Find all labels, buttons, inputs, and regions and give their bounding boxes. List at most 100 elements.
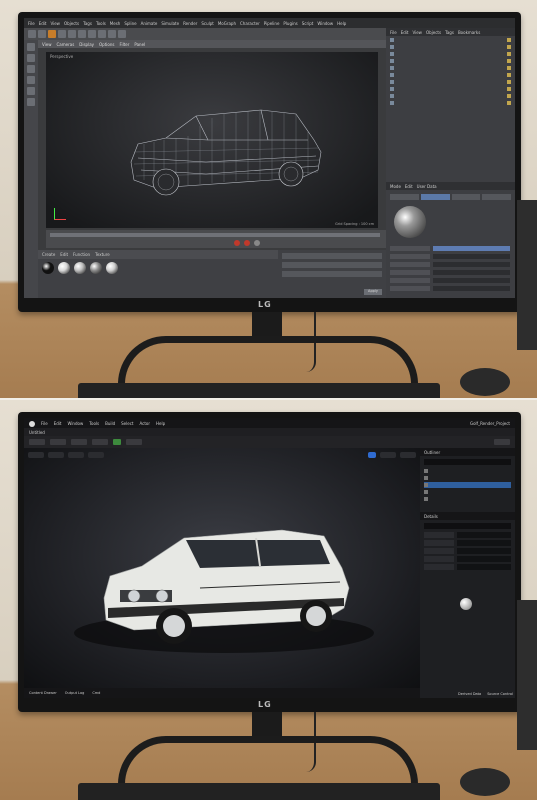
status-item[interactable]: Derived Data <box>458 692 481 696</box>
details-row[interactable] <box>424 564 511 570</box>
status-item[interactable]: Source Control <box>487 692 513 696</box>
material-ball-white[interactable] <box>58 262 70 274</box>
object-manager-tab[interactable]: View <box>412 30 422 35</box>
axis-icon[interactable] <box>27 87 35 95</box>
viewport-menu-item[interactable]: Options <box>99 42 114 47</box>
settings-button[interactable] <box>494 439 510 445</box>
render-icon[interactable] <box>78 30 86 38</box>
object-list-item[interactable] <box>390 93 511 99</box>
add-actor-button[interactable] <box>71 439 87 445</box>
translate-icon[interactable] <box>368 452 376 458</box>
material-tab[interactable]: Function <box>73 252 90 257</box>
object-manager-tab[interactable]: Tags <box>445 30 454 35</box>
material-ball-black[interactable] <box>42 262 54 274</box>
object-list-item[interactable] <box>390 86 511 92</box>
pen-icon[interactable] <box>98 30 106 38</box>
save-icon[interactable] <box>29 439 45 445</box>
redo-icon[interactable] <box>38 30 46 38</box>
outliner-row[interactable] <box>424 468 511 474</box>
menu-item[interactable]: Tags <box>83 21 92 26</box>
outliner-row[interactable] <box>424 475 511 481</box>
menu-item[interactable]: Simulate <box>161 21 179 26</box>
record-icon[interactable] <box>234 240 240 246</box>
light-icon[interactable] <box>118 30 126 38</box>
menu-item[interactable]: Pipeline <box>264 21 280 26</box>
platforms-button[interactable] <box>126 439 142 445</box>
cube-icon[interactable] <box>88 30 96 38</box>
attribute-row[interactable] <box>390 246 510 251</box>
attribute-tab[interactable]: User Data <box>417 184 437 189</box>
menu-item[interactable]: Help <box>156 421 165 426</box>
attr-subtab[interactable] <box>390 194 419 200</box>
ue-level-tab[interactable]: Untitled <box>24 428 515 436</box>
object-list-item[interactable] <box>390 44 511 50</box>
menu-item[interactable]: Window <box>67 421 83 426</box>
menu-item[interactable]: MoGraph <box>218 21 236 26</box>
menu-item[interactable]: Tools <box>96 21 106 26</box>
details-row[interactable] <box>424 548 511 554</box>
attribute-row[interactable] <box>390 270 510 275</box>
attribute-row[interactable] <box>390 262 510 267</box>
material-ball-light[interactable] <box>106 262 118 274</box>
coord-row-x[interactable] <box>282 253 382 259</box>
rotate-tool-icon[interactable] <box>68 30 76 38</box>
apply-button[interactable]: Apply <box>364 289 382 295</box>
c4d-viewport[interactable]: Perspective Grid Spacing: 100 cm <box>46 52 378 228</box>
menu-item[interactable]: Spline <box>124 21 136 26</box>
material-tab[interactable]: Create <box>42 252 55 257</box>
viewport-menu-button[interactable] <box>28 452 44 458</box>
play-icon[interactable] <box>113 439 121 445</box>
object-list-item[interactable] <box>390 51 511 57</box>
object-list-item[interactable] <box>390 100 511 106</box>
viewport-menu-item[interactable]: Filter <box>119 42 129 47</box>
object-manager-tab[interactable]: Bookmarks <box>458 30 480 35</box>
outliner-row[interactable] <box>424 489 511 495</box>
menu-item[interactable]: Select <box>121 421 133 426</box>
details-search[interactable] <box>424 523 511 529</box>
attribute-row[interactable] <box>390 254 510 259</box>
viewport-menu-item[interactable]: Cameras <box>57 42 75 47</box>
bottom-bar-button[interactable]: Output Log <box>65 691 85 695</box>
details-row[interactable] <box>424 556 511 562</box>
attr-subtab[interactable] <box>482 194 511 200</box>
material-tab[interactable]: Edit <box>60 252 68 257</box>
object-manager-tab[interactable]: File <box>390 30 397 35</box>
menu-item[interactable]: Edit <box>39 21 47 26</box>
details-row[interactable] <box>424 532 511 538</box>
attr-subtab[interactable] <box>420 194 450 200</box>
object-list-item[interactable] <box>390 72 511 78</box>
menu-item[interactable]: Edit <box>54 421 62 426</box>
timeline-track[interactable] <box>50 233 380 237</box>
menu-item[interactable]: Help <box>337 21 346 26</box>
menu-item[interactable]: Script <box>302 21 314 26</box>
object-manager-tab[interactable]: Edit <box>401 30 409 35</box>
move-tool-icon[interactable] <box>48 30 56 38</box>
scale-icon[interactable] <box>400 452 416 458</box>
object-manager-tab[interactable]: Objects <box>426 30 441 35</box>
undo-icon[interactable] <box>28 30 36 38</box>
timeline[interactable] <box>46 230 386 248</box>
menu-item[interactable]: Render <box>183 21 197 26</box>
menu-item[interactable]: File <box>28 21 35 26</box>
coord-row-z[interactable] <box>282 271 382 277</box>
menu-item[interactable]: File <box>41 421 48 426</box>
polygons-mode-icon[interactable] <box>27 65 35 73</box>
object-list-item[interactable] <box>390 37 511 43</box>
lit-button[interactable] <box>68 452 84 458</box>
attribute-tab[interactable]: Edit <box>405 184 413 189</box>
outliner-search[interactable] <box>424 459 511 465</box>
details-row[interactable] <box>424 540 511 546</box>
bottom-bar-button[interactable]: Content Drawer <box>29 691 57 695</box>
object-list-item[interactable] <box>390 58 511 64</box>
outliner-row-selected[interactable] <box>424 482 511 488</box>
material-thumbnail[interactable] <box>460 598 472 610</box>
viewport-menu-item[interactable]: View <box>42 42 52 47</box>
outliner-row[interactable] <box>424 496 511 502</box>
scale-tool-icon[interactable] <box>58 30 66 38</box>
object-list-item[interactable] <box>390 65 511 71</box>
mode-select-button[interactable] <box>50 439 66 445</box>
autokey-icon[interactable] <box>244 240 250 246</box>
menu-item[interactable]: Objects <box>64 21 79 26</box>
menu-item[interactable]: View <box>50 21 60 26</box>
blueprint-button[interactable] <box>92 439 108 445</box>
